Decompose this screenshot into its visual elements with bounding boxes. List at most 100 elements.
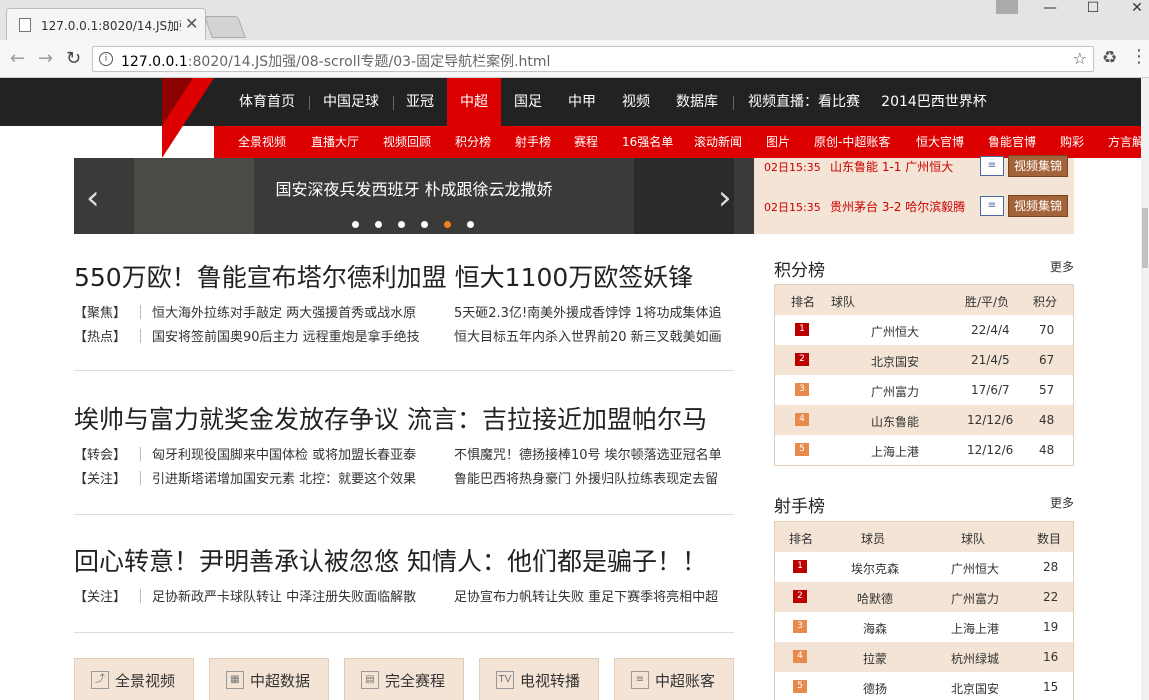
- rank-badge: 1: [795, 323, 809, 336]
- grid-icon: ▤: [361, 671, 379, 689]
- table-row[interactable]: 1 广州恒大 22/4/4 70: [775, 315, 1073, 345]
- table-row[interactable]: 3 海森 上海上港 19: [775, 612, 1073, 642]
- slider-dot[interactable]: [352, 221, 359, 228]
- news-block: 550万欧！鲁能宣布塔尔德利加盟 恒大1100万欧签妖锋 【聚焦】 恒大海外拉练…: [74, 258, 742, 345]
- nav-item-acl[interactable]: 亚冠: [396, 78, 444, 126]
- rank-badge: 2: [793, 590, 807, 603]
- subnav-item[interactable]: 射手榜: [515, 126, 551, 158]
- subnav-item[interactable]: 视频回顾: [383, 126, 431, 158]
- news-row: 【转会】 匈牙利现役国脚来中国体检 或将加盟长春亚泰 不惧魔咒！德扬接棒10号 …: [74, 447, 722, 463]
- scorers-more-link[interactable]: 更多: [1050, 494, 1074, 511]
- browser-chrome: 127.0.0.1:8020/14.JS加强 ✕ — ☐ ✕ ← → ↻ i 1…: [0, 0, 1149, 78]
- nav-item-league-one[interactable]: 中甲: [559, 78, 605, 126]
- scrollbar-thumb[interactable]: [1142, 208, 1148, 268]
- rank-badge: 3: [795, 383, 809, 396]
- nav-item-video[interactable]: 视频: [613, 78, 659, 126]
- quick-link-tv[interactable]: TV 电视转播: [479, 658, 599, 700]
- page-icon: [19, 18, 31, 32]
- image-slider[interactable]: ‹ 国安深夜兵发西班牙 朴成跟徐云龙撒娇 ›: [74, 158, 754, 234]
- report-icon[interactable]: ≡: [980, 156, 1004, 176]
- highlights-button[interactable]: 视频集锦: [1008, 195, 1068, 217]
- menu-dots-icon[interactable]: ⋮: [1130, 46, 1148, 67]
- slider-dot[interactable]: [467, 221, 474, 228]
- back-icon[interactable]: ←: [10, 48, 25, 69]
- slider-dot-active[interactable]: [444, 221, 451, 228]
- table-row[interactable]: 2 北京国安 21/4/5 67: [775, 345, 1073, 375]
- nav-item-database[interactable]: 数据库: [667, 78, 727, 126]
- bookmark-star-icon[interactable]: ☆: [1073, 49, 1087, 68]
- quick-link-data[interactable]: ▦ 中超数据: [209, 658, 329, 700]
- news-row: 【关注】 引进斯塔诺增加国安元素 北控：就要这个效果 鲁能巴西将热身豪门 外援归…: [74, 471, 719, 487]
- divider: [74, 632, 734, 633]
- minimize-icon[interactable]: —: [1035, 0, 1065, 18]
- table-row[interactable]: 5 德扬 北京国安 15: [775, 672, 1073, 700]
- nav-item-world-cup[interactable]: 2014巴西世界杯: [876, 78, 992, 126]
- highlights-button[interactable]: 视频集锦: [1008, 155, 1068, 177]
- scorers-table: 排名 球员 球队 数目 1 埃尔克森 广州恒大 28 2 哈默德 广州富力 22…: [774, 521, 1074, 700]
- news-block: 埃帅与富力就奖金发放存争议 流言：吉拉接近加盟帕尔马 【转会】 匈牙利现役国脚来…: [74, 400, 742, 487]
- match-schedule: 02日15:35 山东鲁能 1-1 广州恒大 ≡ 视频集锦 02日15:35 贵…: [754, 155, 1074, 234]
- news-block: 回心转意！尹明善承认被忽悠 知情人：他们都是骗子！！ 【关注】 足协新政严卡球队…: [74, 542, 742, 605]
- user-profile-icon[interactable]: [996, 0, 1018, 14]
- slider-dot[interactable]: [421, 221, 428, 228]
- standings-more-link[interactable]: 更多: [1050, 258, 1074, 275]
- table-row[interactable]: 2 哈默德 广州富力 22: [775, 582, 1073, 612]
- page-viewport: 体育首页 中国足球 亚冠 中超 国足 中甲 视频 数据库 视频直播：看比赛 20…: [0, 78, 1149, 700]
- subnav-item[interactable]: 方言解: [1108, 126, 1144, 158]
- close-tab-icon[interactable]: ✕: [185, 14, 198, 33]
- table-row[interactable]: 1 埃尔克森 广州恒大 28: [775, 552, 1073, 582]
- page-scrollbar[interactable]: [1141, 78, 1149, 700]
- document-icon: ≡: [631, 671, 649, 689]
- subnav-item[interactable]: 16强名单: [622, 126, 673, 158]
- nav-item-home[interactable]: 体育首页: [228, 78, 306, 126]
- extension-icon[interactable]: ♻: [1102, 48, 1117, 68]
- news-headline[interactable]: 埃帅与富力就奖金发放存争议 流言：吉拉接近加盟帕尔马: [74, 400, 742, 436]
- close-window-icon[interactable]: ✕: [1122, 0, 1149, 18]
- news-row: 【关注】 足协新政严卡球队转让 中泽注册失败面临解散 足协宣布力帆转让失败 重足…: [74, 589, 719, 605]
- nav-item-live[interactable]: 视频直播：看比赛: [744, 78, 864, 126]
- quick-link-schedule[interactable]: ▤ 完全赛程: [344, 658, 464, 700]
- table-header: 排名 球员 球队 数目: [775, 522, 1073, 552]
- subnav-item[interactable]: 滚动新闻: [694, 126, 742, 158]
- subnav-item[interactable]: 直播大厅: [311, 126, 359, 158]
- news-headline[interactable]: 550万欧！鲁能宣布塔尔德利加盟 恒大1100万欧签妖锋: [74, 258, 742, 294]
- subnav-item[interactable]: 赛程: [574, 126, 598, 158]
- divider: [74, 370, 734, 371]
- subnav-item[interactable]: 积分榜: [455, 126, 491, 158]
- url-input[interactable]: i 127.0.0.1:8020/14.JS加强/08-scroll专题/03-…: [92, 46, 1094, 72]
- scorers-header: 射手榜 更多: [774, 492, 1074, 517]
- table-row[interactable]: 4 拉蒙 杭州绿城 16: [775, 642, 1073, 672]
- report-icon[interactable]: ≡: [980, 196, 1004, 216]
- url-text: 127.0.0.1:8020/14.JS加强/08-scroll专题/03-固定…: [121, 54, 551, 70]
- nav-item-national-team[interactable]: 国足: [505, 78, 551, 126]
- site-info-icon[interactable]: i: [99, 52, 113, 66]
- table-row[interactable]: 5 上海上港 12/12/6 48: [775, 435, 1073, 465]
- tab-title: 127.0.0.1:8020/14.JS加强: [41, 19, 181, 33]
- chart-icon: ▦: [226, 671, 244, 689]
- divider: [74, 514, 734, 515]
- slider-dot[interactable]: [375, 221, 382, 228]
- new-tab-button[interactable]: [203, 16, 247, 38]
- news-headline[interactable]: 回心转意！尹明善承认被忽悠 知情人：他们都是骗子！！: [74, 542, 742, 578]
- browser-tab[interactable]: 127.0.0.1:8020/14.JS加强 ✕: [6, 8, 206, 40]
- table-row[interactable]: 3 广州富力 17/6/7 57: [775, 375, 1073, 405]
- nav-item-china-football[interactable]: 中国足球: [312, 78, 390, 126]
- quick-link-panorama[interactable]: ⤴ 全景视频: [74, 658, 194, 700]
- schedule-row: 02日15:35 贵州茅台 3-2 哈尔滨毅腾 ≡ 视频集锦: [754, 192, 1074, 220]
- quick-link-blog[interactable]: ≡ 中超账客: [614, 658, 734, 700]
- slider-dot[interactable]: [398, 221, 405, 228]
- nav-item-csl[interactable]: 中超: [447, 78, 501, 126]
- forward-icon[interactable]: →: [38, 48, 53, 69]
- news-row: 【热点】 国安将签前国奥90后主力 远程重炮是拿手绝技 恒大目标五年内杀入世界前…: [74, 329, 722, 345]
- scorers-title: 射手榜: [774, 497, 825, 517]
- slider-next-icon[interactable]: ›: [718, 178, 732, 218]
- reload-icon[interactable]: ↻: [66, 48, 81, 69]
- standings-header: 积分榜 更多: [774, 256, 1074, 281]
- maximize-icon[interactable]: ☐: [1078, 0, 1108, 18]
- rank-badge: 4: [793, 650, 807, 663]
- rank-badge: 4: [795, 413, 809, 426]
- subnav-item[interactable]: 全景视频: [238, 126, 286, 158]
- table-row[interactable]: 4 山东鲁能 12/12/6 48: [775, 405, 1073, 435]
- address-bar-row: ← → ↻ i 127.0.0.1:8020/14.JS加强/08-scroll…: [0, 40, 1149, 78]
- slider-caption[interactable]: 国安深夜兵发西班牙 朴成跟徐云龙撒娇: [74, 176, 754, 200]
